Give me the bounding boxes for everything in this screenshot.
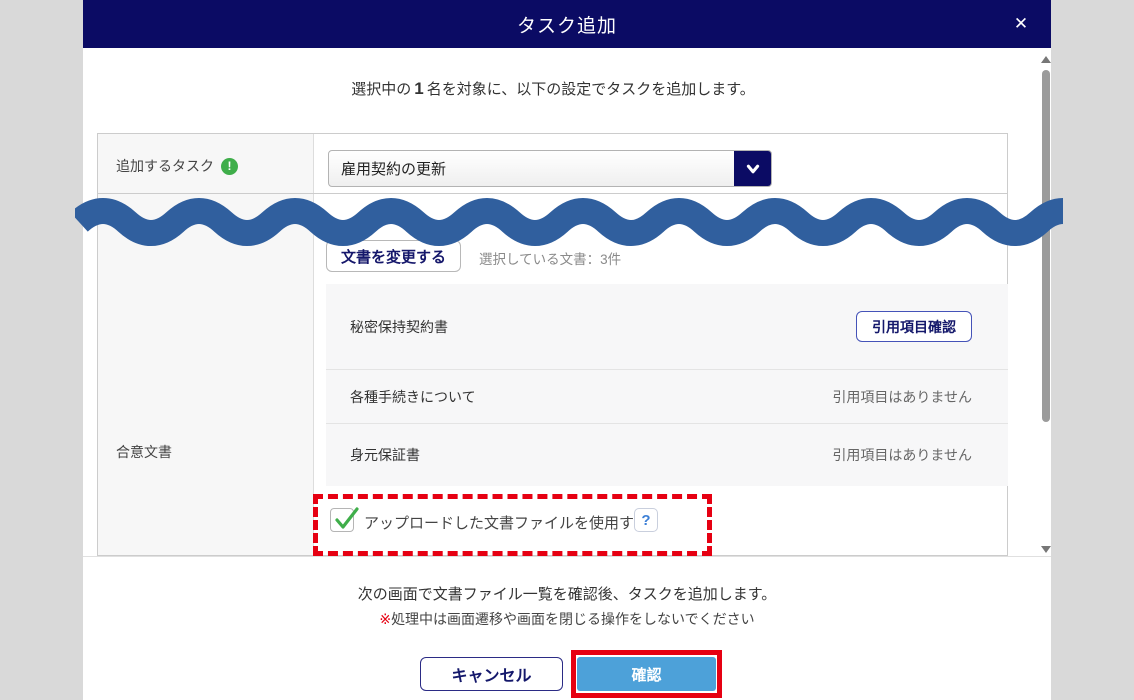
task-form-table: 追加するタスク ! 雇用契約の更新 合意文書 — [97, 133, 1008, 556]
confirm-button[interactable]: 確認 — [577, 657, 716, 691]
document-row: 秘密保持契約書 引用項目確認 — [326, 284, 1008, 369]
task-type-row: 追加するタスク ! 雇用契約の更新 — [98, 134, 1007, 194]
intro-text: 選択中の1名を対象に、以下の設定でタスクを追加します。 — [83, 78, 1023, 99]
scroll-area-divider — [83, 556, 1051, 557]
change-document-button[interactable]: 文書を変更する — [326, 240, 461, 272]
scrollbar-thumb[interactable] — [1042, 70, 1050, 422]
warning-asterisk-mark: ※ — [379, 611, 391, 627]
task-select-value: 雇用契約の更新 — [329, 158, 734, 179]
upload-file-checkbox[interactable] — [330, 508, 354, 532]
modal-title: タスク追加 — [517, 11, 617, 38]
footer-warning-text: 処理中は画面遷移や画面を閉じる操作をしないでください — [391, 611, 755, 627]
footer-note: 次の画面で文書ファイル一覧を確認後、タスクを追加します。 — [83, 583, 1051, 604]
agreement-label: 合意文書 — [116, 442, 172, 462]
task-type-label: 追加するタスク ! — [116, 156, 238, 176]
close-icon[interactable]: ✕ — [1005, 0, 1037, 48]
confirm-red-highlight: 確認 — [571, 650, 722, 698]
footer-warning: ※処理中は画面遷移や画面を閉じる操作をしないでください — [83, 609, 1051, 629]
no-quote-items-text: 引用項目はありません — [832, 445, 972, 465]
quote-items-check-button[interactable]: 引用項目確認 — [856, 311, 972, 342]
document-list-panel: 秘密保持契約書 引用項目確認 各種手続きについて 引用項目はありません 身元保証… — [326, 284, 1008, 486]
intro-suffix: 名を対象に、以下の設定でタスクを追加します。 — [427, 81, 755, 98]
document-row: 各種手続きについて 引用項目はありません — [326, 369, 1008, 423]
document-name: 秘密保持契約書 — [350, 317, 856, 337]
task-type-label-text: 追加するタスク — [116, 156, 214, 176]
intro-count: 1 — [411, 79, 426, 98]
document-row: 身元保証書 引用項目はありません — [326, 423, 1008, 485]
cancel-button[interactable]: キャンセル — [420, 657, 563, 691]
required-exclamation-icon: ! — [221, 158, 238, 175]
add-task-modal: タスク追加 ✕ 選択中の1名を対象に、以下の設定でタスクを追加します。 追加する… — [83, 0, 1051, 700]
help-question-icon[interactable]: ? — [634, 508, 658, 532]
task-type-content-cell: 雇用契約の更新 — [314, 134, 1007, 193]
document-name: 身元保証書 — [350, 445, 832, 465]
task-select[interactable]: 雇用契約の更新 — [328, 150, 772, 187]
agreement-doc-row: 合意文書 文書を変更する 選択している文書：3件 秘密保持契約書 引用項目確認 … — [98, 194, 1007, 555]
selected-doc-count: 選択している文書：3件 — [479, 248, 621, 268]
chevron-down-icon — [734, 151, 771, 186]
checkbox-checkmark-icon — [332, 505, 362, 535]
no-quote-items-text: 引用項目はありません — [832, 387, 972, 407]
upload-file-checkbox-label: アップロードした文書ファイルを使用する — [364, 512, 649, 533]
intro-prefix: 選択中の — [351, 81, 411, 98]
modal-header: タスク追加 ✕ — [83, 0, 1051, 48]
agreement-label-cell: 合意文書 — [98, 194, 314, 555]
document-name: 各種手続きについて — [350, 387, 832, 407]
scrollbar-down-arrow-icon[interactable] — [1041, 546, 1051, 553]
scrollbar-up-arrow-icon[interactable] — [1041, 56, 1051, 63]
agreement-content-cell: 文書を変更する 選択している文書：3件 秘密保持契約書 引用項目確認 各種手続き… — [314, 194, 1007, 555]
screen-background: タスク追加 ✕ 選択中の1名を対象に、以下の設定でタスクを追加します。 追加する… — [0, 0, 1134, 700]
task-type-label-cell: 追加するタスク ! — [98, 134, 314, 193]
